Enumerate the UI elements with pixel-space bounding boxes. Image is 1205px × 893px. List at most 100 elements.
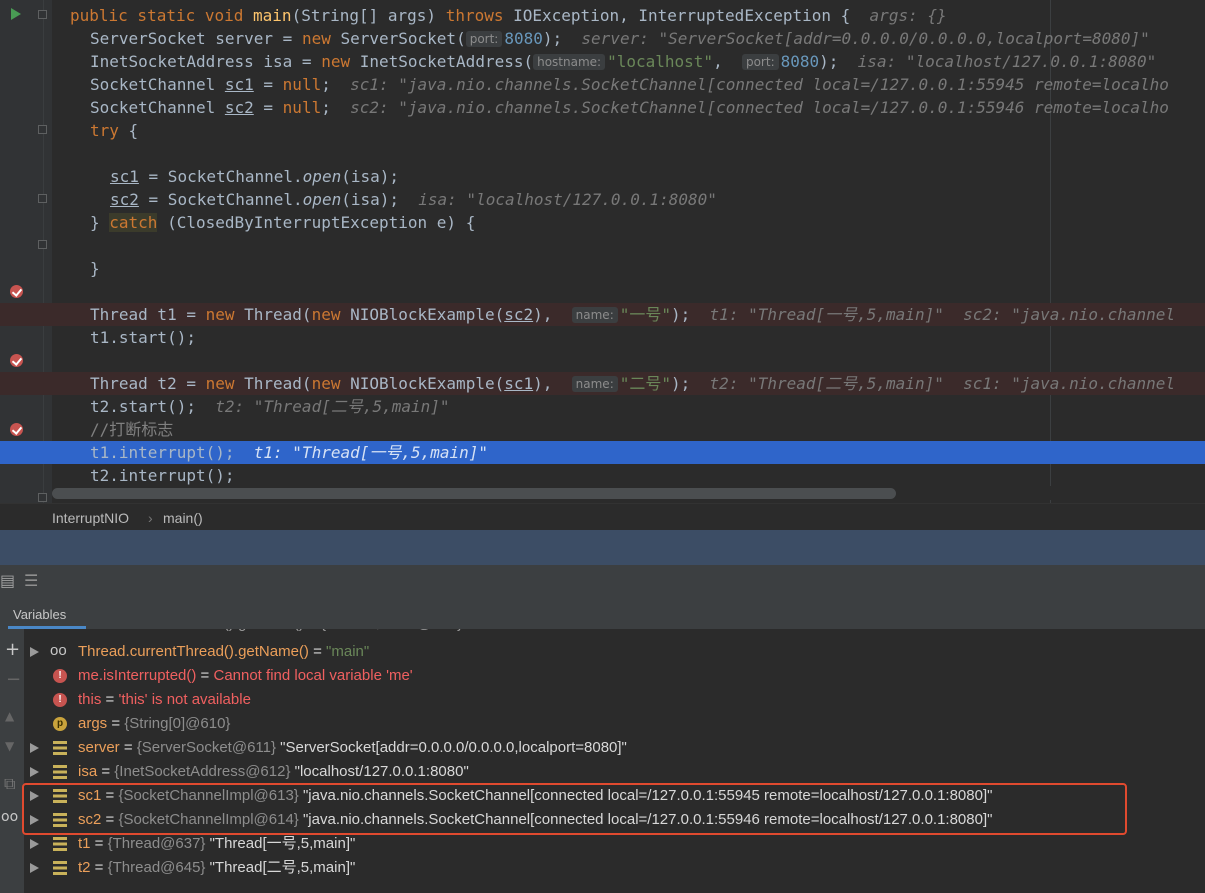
breadcrumb-method[interactable]: main() bbox=[163, 510, 203, 526]
code-line[interactable] bbox=[0, 234, 1205, 257]
code-line[interactable]: try { bbox=[0, 119, 1205, 142]
error-icon: ! bbox=[53, 693, 67, 707]
code-text: t2.start(); t2: "Thread[二号,5,main]" bbox=[90, 395, 450, 418]
inline-debug-value: sc1: "java.nio.channels.SocketChannel[co… bbox=[350, 75, 1169, 94]
code-line[interactable]: sc1 = SocketChannel.open(isa); bbox=[0, 165, 1205, 188]
debug-header-bar bbox=[0, 530, 1205, 565]
code-line[interactable]: sc2 = SocketChannel.open(isa); isa: "loc… bbox=[0, 188, 1205, 211]
code-token: ); bbox=[671, 305, 710, 324]
code-text: sc2 = SocketChannel.open(isa); isa: "loc… bbox=[110, 188, 717, 211]
inline-debug-value: server: "ServerSocket[addr=0.0.0.0/0.0.0… bbox=[581, 29, 1150, 48]
code-token: open bbox=[302, 167, 342, 186]
remove-watch-icon[interactable]: − bbox=[6, 669, 21, 690]
restore-layout-icon[interactable]: ☰ bbox=[24, 571, 38, 590]
field-icon bbox=[53, 741, 67, 755]
debug-toolbar: ▤ ☰ bbox=[0, 565, 1205, 597]
tab-variables[interactable]: Variables bbox=[13, 607, 66, 622]
code-token: "一号" bbox=[619, 305, 672, 324]
code-line[interactable]: t2.interrupt(); bbox=[0, 464, 1205, 487]
equals-sign: = bbox=[90, 859, 108, 876]
variable-name: t1 bbox=[78, 835, 91, 852]
code-line[interactable]: Thread t2 = new Thread(new NIOBlockExamp… bbox=[0, 372, 1205, 395]
code-line[interactable]: } catch (ClosedByInterruptException e) { bbox=[0, 211, 1205, 234]
copy-icon[interactable]: ⧉ bbox=[4, 774, 15, 794]
code-token: Thread( bbox=[244, 374, 312, 393]
code-line[interactable]: t2.start(); t2: "Thread[二号,5,main]" bbox=[0, 395, 1205, 418]
code-token: InetSocketAddress isa = bbox=[90, 52, 322, 71]
code-token: SocketChannel bbox=[90, 75, 225, 94]
watches-toggle-icon[interactable]: oo bbox=[1, 809, 18, 825]
code-line[interactable]: SocketChannel sc2 = null; sc2: "java.nio… bbox=[0, 96, 1205, 119]
object-reference: {Thread@637} bbox=[107, 835, 206, 852]
equals-sign: = bbox=[101, 691, 119, 708]
code-line[interactable]: public static void main(String[] args) t… bbox=[0, 4, 1205, 27]
code-token: sc1 bbox=[504, 374, 534, 393]
frames-icon[interactable]: ▤ bbox=[0, 571, 15, 590]
current-execution-line[interactable]: t1.interrupt(); t1: "Thread[一号,5,main]" bbox=[0, 441, 1205, 464]
breadcrumb-class[interactable]: InterruptNIO bbox=[52, 510, 129, 526]
code-line[interactable] bbox=[0, 280, 1205, 303]
object-reference: {Thread@645} bbox=[107, 859, 206, 876]
code-text: t1.start(); bbox=[90, 326, 196, 349]
code-token: t2.interrupt(); bbox=[90, 466, 235, 485]
code-line[interactable]: } bbox=[0, 257, 1205, 280]
breadcrumb: InterruptNIO › main() bbox=[0, 503, 1205, 531]
code-token: , bbox=[713, 52, 742, 71]
breakpoint-icon[interactable] bbox=[10, 423, 23, 436]
code-token: IOException, InterruptedException { bbox=[513, 6, 870, 25]
variable-value: "main" bbox=[326, 643, 370, 660]
code-token: SocketChannel bbox=[90, 98, 225, 117]
code-line[interactable]: ServerSocket server = new ServerSocket(p… bbox=[0, 27, 1205, 50]
variable-value: 'this' is not available bbox=[118, 691, 251, 708]
horizontal-scrollbar[interactable] bbox=[52, 488, 896, 499]
move-up-icon[interactable]: ▲ bbox=[5, 709, 14, 723]
variable-text: isa = {InetSocketAddress@612} "localhost… bbox=[78, 760, 469, 784]
code-token: new bbox=[321, 52, 360, 71]
code-line[interactable]: SocketChannel sc1 = null; sc1: "java.nio… bbox=[0, 73, 1205, 96]
variable-text: server = {ServerSocket@611} "ServerSocke… bbox=[78, 736, 627, 760]
code-line[interactable]: t1.start(); bbox=[0, 326, 1205, 349]
variable-value: Cannot find local variable 'me' bbox=[213, 667, 413, 684]
code-text: SocketChannel sc1 = null; sc1: "java.nio… bbox=[90, 73, 1169, 96]
expand-arrow-icon[interactable] bbox=[30, 647, 39, 657]
expand-arrow-icon[interactable] bbox=[30, 839, 39, 849]
code-line[interactable]: Thread t1 = new Thread(new NIOBlockExamp… bbox=[0, 303, 1205, 326]
variable-name: this bbox=[78, 691, 102, 708]
code-token: } bbox=[90, 213, 110, 232]
error-icon: ! bbox=[53, 669, 67, 683]
inline-debug-value: isa: "localhost/127.0.0.1:8080" bbox=[418, 190, 717, 209]
code-text: InetSocketAddress isa = new InetSocketAd… bbox=[90, 50, 1156, 73]
code-line[interactable] bbox=[0, 349, 1205, 372]
equals-sign: = bbox=[90, 835, 108, 852]
code-text: sc1 = SocketChannel.open(isa); bbox=[110, 165, 399, 188]
parameter-hint: port: bbox=[465, 31, 503, 47]
variable-name: isa bbox=[78, 763, 98, 780]
code-text: Thread t2 = new Thread(new NIOBlockExamp… bbox=[90, 372, 1175, 395]
fold-icon[interactable] bbox=[38, 493, 47, 502]
code-token: t2.start(); bbox=[90, 397, 216, 416]
code-token: public static void bbox=[70, 6, 254, 25]
code-text: ServerSocket server = new ServerSocket(p… bbox=[90, 27, 1150, 50]
object-reference: {String[0]@610} bbox=[124, 715, 231, 732]
expand-arrow-icon[interactable] bbox=[30, 863, 39, 873]
code-token: Thread t1 = bbox=[90, 305, 206, 324]
code-editor[interactable]: public static void main(String[] args) t… bbox=[0, 0, 1205, 503]
code-token: = SocketChannel. bbox=[138, 190, 303, 209]
variable-text: t2 = {Thread@645} "Thread[二号,5,main]" bbox=[78, 856, 355, 880]
code-token: ); bbox=[542, 29, 582, 48]
code-token: InetSocketAddress( bbox=[359, 52, 534, 71]
code-line[interactable]: InetSocketAddress isa = new InetSocketAd… bbox=[0, 50, 1205, 73]
expand-arrow-icon[interactable] bbox=[30, 767, 39, 777]
equals-sign: = bbox=[119, 739, 137, 756]
code-line[interactable]: //打断标志 bbox=[0, 418, 1205, 441]
breakpoint-icon[interactable] bbox=[10, 285, 23, 298]
expand-arrow-icon[interactable] bbox=[30, 743, 39, 753]
equals-sign: = bbox=[308, 643, 327, 660]
code-token: = bbox=[253, 98, 283, 117]
equals-sign: = bbox=[196, 667, 214, 684]
code-token: new bbox=[311, 374, 351, 393]
move-down-icon[interactable]: ▼ bbox=[5, 739, 14, 753]
add-watch-icon[interactable]: + bbox=[5, 639, 20, 660]
variable-text: Thread.currentThread().getName() = "main… bbox=[78, 640, 369, 664]
breakpoint-icon[interactable] bbox=[10, 354, 23, 367]
